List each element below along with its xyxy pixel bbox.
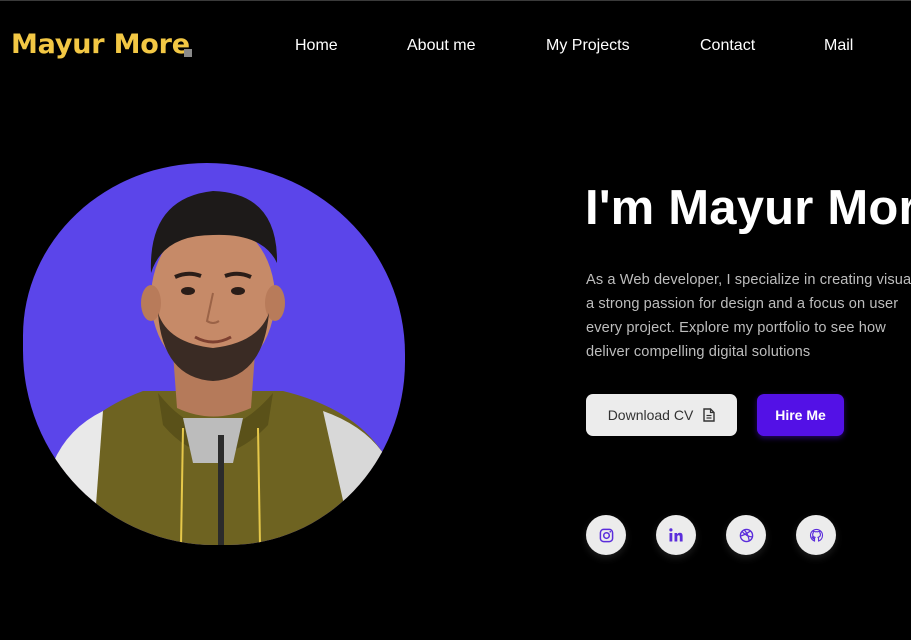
github-icon xyxy=(809,528,823,542)
bio-line: every project. Explore my portfolio to s… xyxy=(586,320,886,336)
download-cv-label: Download CV xyxy=(607,407,694,423)
instagram-icon xyxy=(599,528,613,542)
github-link[interactable] xyxy=(796,515,836,555)
brand-logo[interactable]: Mayur More xyxy=(11,29,190,60)
top-border xyxy=(0,0,911,1)
hire-me-button[interactable]: Hire Me xyxy=(757,394,844,436)
linkedin-link[interactable] xyxy=(656,515,696,555)
dribbble-icon xyxy=(739,528,753,542)
profile-avatar xyxy=(23,163,405,545)
bio-line: deliver compelling digital solutions xyxy=(586,344,811,360)
document-icon xyxy=(703,408,715,422)
profile-photo-illustration xyxy=(43,191,405,545)
logo-dot xyxy=(184,49,192,57)
bio-line: As a Web developer, I specialize in crea… xyxy=(586,272,911,288)
download-cv-button[interactable]: Download CV xyxy=(586,394,737,436)
dribbble-link[interactable] xyxy=(726,515,766,555)
linkedin-icon xyxy=(669,528,683,542)
bio-line: a strong passion for design and a focus … xyxy=(586,296,899,312)
instagram-link[interactable] xyxy=(586,515,626,555)
nav-my-projects[interactable]: My Projects xyxy=(546,37,630,55)
nav-contact[interactable]: Contact xyxy=(700,37,755,55)
hero-headline: I'm Mayur Mor xyxy=(585,181,911,235)
nav-mail[interactable]: Mail xyxy=(824,37,853,55)
hero-bio: As a Web developer, I specialize in crea… xyxy=(586,268,911,364)
nav-about-me[interactable]: About me xyxy=(407,37,475,55)
nav-home[interactable]: Home xyxy=(295,37,338,55)
